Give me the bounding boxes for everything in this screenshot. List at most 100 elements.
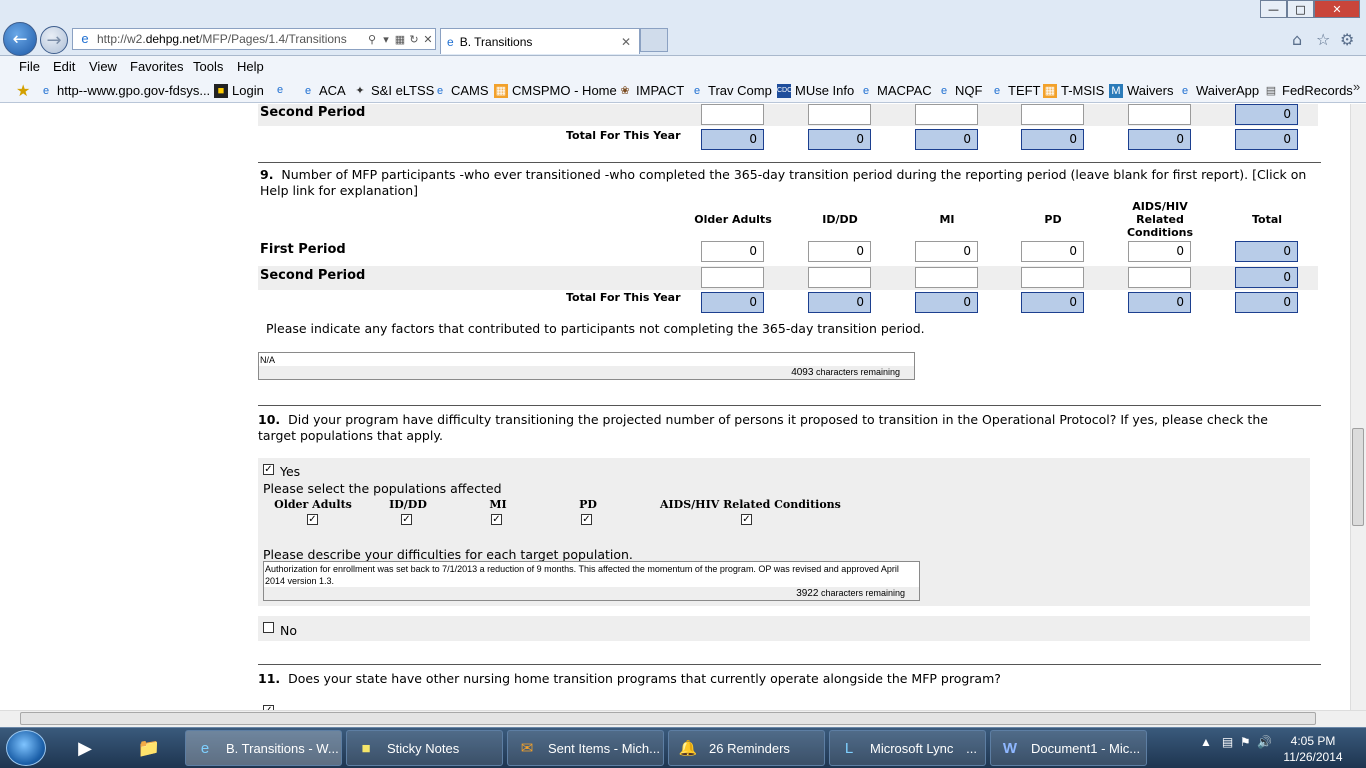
fav-waivers[interactable]: M Waivers bbox=[1109, 83, 1173, 98]
menu-help[interactable]: Help bbox=[237, 59, 264, 74]
fav-gpo[interactable]: e http--www.gpo.gov-fdsys... bbox=[39, 83, 210, 98]
q10-yes-checkbox[interactable]: ✓ bbox=[263, 464, 274, 475]
close-tab-icon[interactable]: ✕ bbox=[621, 35, 639, 49]
fav-fedrecords[interactable]: ▤ FedRecords bbox=[1264, 83, 1353, 98]
q9-iddd-second-input[interactable] bbox=[808, 267, 871, 288]
task-reminders[interactable]: 🔔 26 Reminders bbox=[668, 730, 825, 766]
stop-icon[interactable]: ✕ bbox=[421, 33, 435, 46]
task-outlook-sent-items[interactable]: ✉ Sent Items - Mich... bbox=[507, 730, 664, 766]
fav-teft[interactable]: e TEFT bbox=[990, 83, 1041, 98]
network-tray-icon[interactable]: ▤ bbox=[1222, 735, 1233, 749]
fav-muse-info[interactable]: CDC MUse Info bbox=[777, 83, 854, 98]
address-url[interactable]: http://w2.dehpg.net/MFP/Pages/1.4/Transi… bbox=[97, 32, 365, 46]
pd-second-input[interactable] bbox=[1021, 104, 1084, 125]
flag-tray-icon[interactable]: ⚑ bbox=[1240, 735, 1251, 749]
fav-t-msis[interactable]: ▦ T-MSIS bbox=[1043, 83, 1104, 98]
fav-sni-eltss[interactable]: ✦ S&I eLTSS bbox=[353, 83, 434, 98]
q9-older-adults-first-input[interactable]: 0 bbox=[701, 241, 764, 262]
pop-aids-label: AIDS/HIV Related Conditions bbox=[660, 498, 841, 511]
favorites-star-icon[interactable]: ★ bbox=[16, 81, 30, 101]
pop-older-adults-checkbox[interactable]: ✓ bbox=[307, 514, 318, 525]
start-button[interactable] bbox=[6, 730, 46, 766]
q10-describe-textarea[interactable]: Authorization for enrollment was set bac… bbox=[263, 561, 920, 601]
menu-tools[interactable]: Tools bbox=[193, 59, 223, 74]
q9-mi-second-input[interactable] bbox=[915, 267, 978, 288]
q9-pd-second-input[interactable] bbox=[1021, 267, 1084, 288]
ie-page-icon: e bbox=[436, 84, 444, 97]
gear-icon[interactable]: ⚙ bbox=[1340, 30, 1354, 49]
sharepoint-icon: ▦ bbox=[1043, 83, 1057, 98]
pop-mi-checkbox[interactable]: ✓ bbox=[491, 514, 502, 525]
back-arrow-icon[interactable]: ← bbox=[3, 22, 37, 56]
tray-expand-icon[interactable]: ▲ bbox=[1200, 735, 1212, 749]
q9-mi-first-input[interactable]: 0 bbox=[915, 241, 978, 262]
pop-pd-checkbox[interactable]: ✓ bbox=[581, 514, 592, 525]
window-close-icon[interactable]: ✕ bbox=[1314, 0, 1360, 18]
q10-question: 10. Did your program have difficulty tra… bbox=[258, 412, 1268, 444]
search-icon[interactable]: ⚲ bbox=[365, 33, 379, 46]
older-adults-second-input[interactable] bbox=[701, 104, 764, 125]
fav-cams[interactable]: e CAMS bbox=[433, 83, 489, 98]
fav-macpac[interactable]: e MACPAC bbox=[859, 83, 932, 98]
favorites-bar: ★ e http--www.gpo.gov-fdsys... ■ Login e e… bbox=[0, 77, 1366, 103]
fav-nqf[interactable]: e NQF bbox=[937, 83, 983, 98]
chevron-right-icon[interactable]: » bbox=[1353, 79, 1360, 94]
mi-second-input[interactable] bbox=[915, 104, 978, 125]
task-sticky-notes[interactable]: ■ Sticky Notes bbox=[346, 730, 503, 766]
task-ie-transitions[interactable]: e B. Transitions - W... bbox=[185, 730, 342, 766]
pd-total-field: 0 bbox=[1021, 129, 1084, 150]
tab-b-transitions[interactable]: e B. Transitions ✕ bbox=[440, 28, 640, 54]
maximize-icon[interactable]: □ bbox=[1287, 0, 1314, 18]
outlook-icon: ✉ bbox=[520, 740, 534, 757]
q9-iddd-first-input[interactable]: 0 bbox=[808, 241, 871, 262]
fav-cmspmo-home[interactable]: ▦ CMSPMO - Home bbox=[494, 83, 617, 98]
task-word-document1[interactable]: W Document1 - Mic... bbox=[990, 730, 1147, 766]
fav-trav-comp[interactable]: e Trav Comp bbox=[690, 83, 772, 98]
home-icon[interactable]: ⌂ bbox=[1292, 30, 1302, 49]
task-microsoft-lync[interactable]: L Microsoft Lync... bbox=[829, 730, 986, 766]
fav-impact[interactable]: ❀ IMPACT bbox=[618, 83, 684, 98]
fav-login[interactable]: ■ Login bbox=[214, 83, 264, 98]
fav-ie[interactable]: e bbox=[273, 83, 291, 97]
pop-iddd-label: ID/DD bbox=[389, 498, 427, 511]
compat-view-icon[interactable]: ▦ bbox=[393, 33, 407, 46]
q9-older-adults-second-input[interactable] bbox=[701, 267, 764, 288]
q9-factors-textarea[interactable]: N/A 4093 characters remaining bbox=[258, 352, 915, 380]
menu-bar: File Edit View Favorites Tools Help bbox=[0, 56, 1366, 77]
q10-no-checkbox[interactable] bbox=[263, 622, 274, 633]
ie-page-icon: e bbox=[42, 84, 50, 97]
horizontal-scroll-thumb[interactable] bbox=[20, 712, 1316, 725]
q9-pd-first-input[interactable]: 0 bbox=[1021, 241, 1084, 262]
menu-file[interactable]: File bbox=[19, 59, 40, 74]
volume-icon[interactable]: 🔊 bbox=[1257, 735, 1272, 749]
vertical-scroll-thumb[interactable] bbox=[1352, 428, 1364, 526]
aids-second-input[interactable] bbox=[1128, 104, 1191, 125]
col-total: Total bbox=[1251, 213, 1283, 226]
new-tab-button[interactable] bbox=[640, 28, 668, 52]
menu-favorites[interactable]: Favorites bbox=[130, 59, 183, 74]
favorites-star-icon[interactable]: ☆ bbox=[1316, 30, 1330, 49]
minimize-icon[interactable]: — bbox=[1260, 0, 1287, 18]
q10-select-prompt: Please select the populations affected bbox=[263, 481, 502, 496]
q9-total-for-year-label: Total For This Year bbox=[566, 291, 681, 304]
fav-aca[interactable]: e ACA bbox=[301, 83, 346, 98]
vertical-scrollbar[interactable] bbox=[1350, 104, 1366, 710]
forward-arrow-icon[interactable]: → bbox=[40, 26, 68, 54]
iddd-second-input[interactable] bbox=[808, 104, 871, 125]
sharepoint-icon: ▦ bbox=[494, 83, 508, 98]
refresh-icon[interactable]: ↻ bbox=[407, 33, 421, 46]
media-player-icon[interactable]: ▶ bbox=[60, 731, 110, 765]
pop-aids-checkbox[interactable]: ✓ bbox=[741, 514, 752, 525]
dropdown-icon[interactable]: ▾ bbox=[379, 33, 393, 46]
tab-label: B. Transitions bbox=[459, 34, 533, 49]
address-bar[interactable]: e http://w2.dehpg.net/MFP/Pages/1.4/Tran… bbox=[72, 28, 436, 50]
file-explorer-icon[interactable]: 📁 bbox=[124, 731, 174, 765]
menu-edit[interactable]: Edit bbox=[53, 59, 75, 74]
q9-aids-second-input[interactable] bbox=[1128, 267, 1191, 288]
eagle-icon: ❀ bbox=[620, 84, 630, 97]
menu-view[interactable]: View bbox=[89, 59, 117, 74]
system-clock[interactable]: 4:05 PM 11/26/2014 bbox=[1278, 733, 1348, 765]
pop-iddd-checkbox[interactable]: ✓ bbox=[401, 514, 412, 525]
q9-aids-first-input[interactable]: 0 bbox=[1128, 241, 1191, 262]
fav-waiverapp[interactable]: e WaiverApp bbox=[1178, 83, 1259, 98]
